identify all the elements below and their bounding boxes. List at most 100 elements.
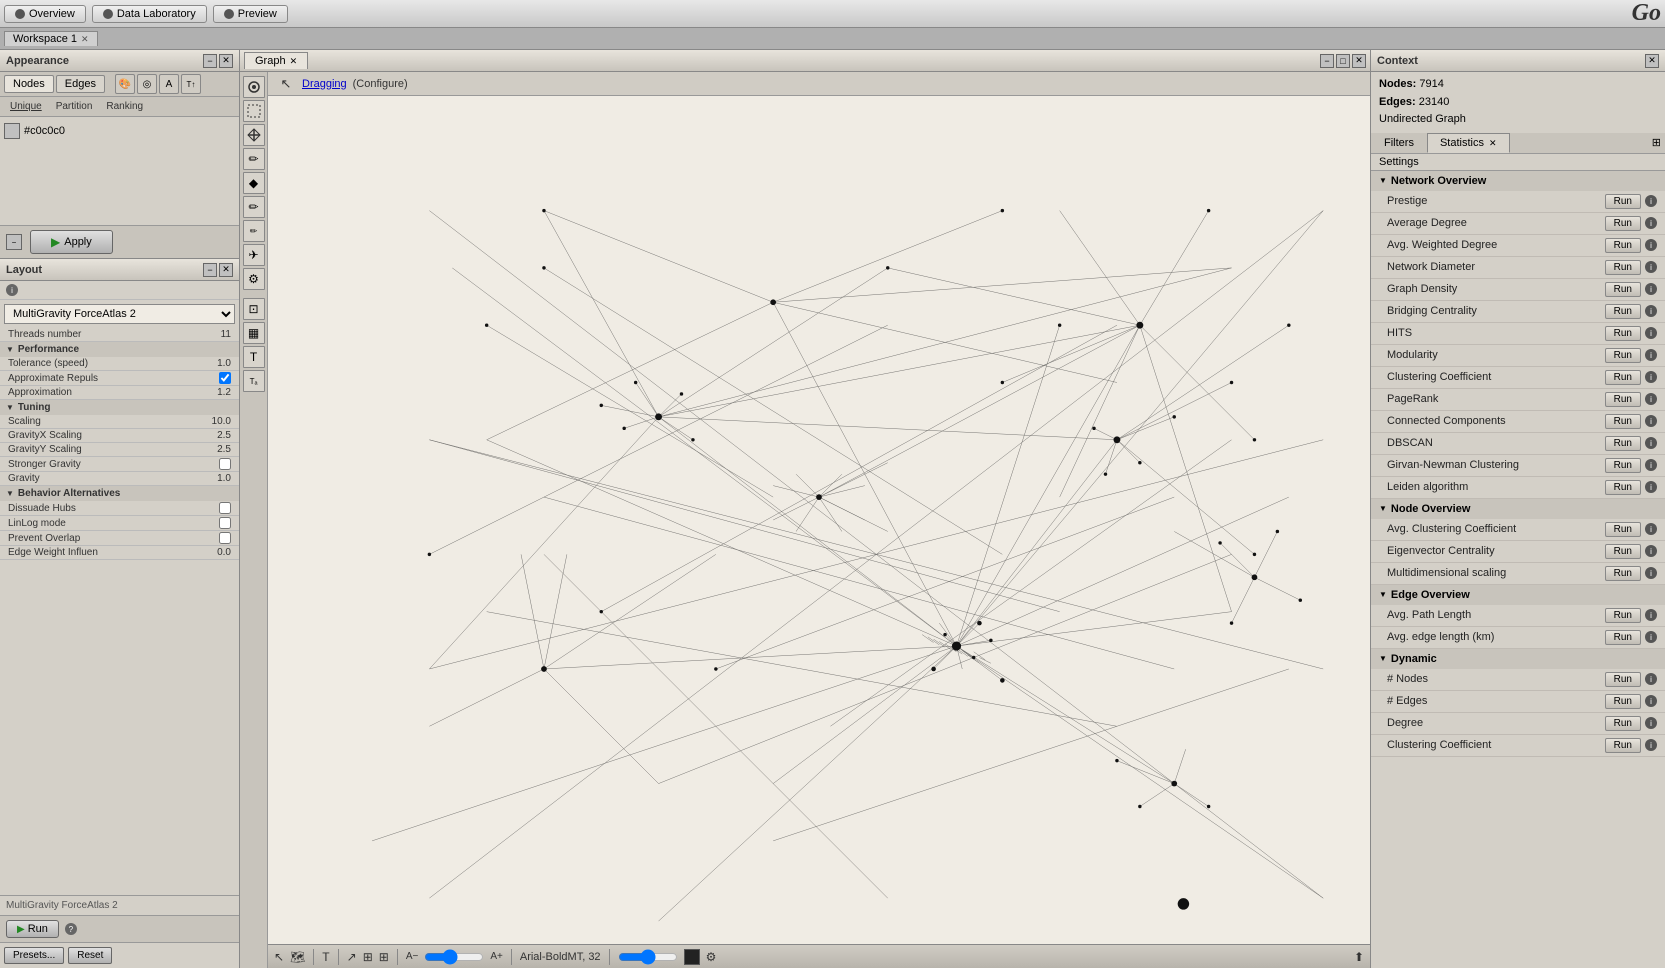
avg-degree-info-dot[interactable]: i bbox=[1645, 217, 1657, 229]
graph-density-run-btn[interactable]: Run bbox=[1605, 282, 1641, 297]
prevent-overlap-checkbox[interactable] bbox=[219, 532, 231, 544]
dynamic-header[interactable]: ▼ Dynamic bbox=[1371, 649, 1665, 669]
ranking-tab[interactable]: Ranking bbox=[100, 100, 149, 113]
configure-label[interactable]: (Configure) bbox=[353, 78, 408, 90]
multidim-run-btn[interactable]: Run bbox=[1605, 566, 1641, 581]
arrow-icon[interactable]: ↗ bbox=[347, 950, 357, 964]
text-bt-icon[interactable]: T bbox=[322, 950, 329, 964]
graph-close-btn[interactable]: ✕ bbox=[1352, 54, 1366, 68]
zoom-slider[interactable] bbox=[424, 953, 484, 961]
apply-button[interactable]: ▶ Apply bbox=[30, 230, 113, 254]
degree-run-btn[interactable]: Run bbox=[1605, 716, 1641, 731]
edges-tab[interactable]: Edges bbox=[56, 75, 105, 93]
partition-tab[interactable]: Partition bbox=[50, 100, 99, 113]
select-icon[interactable]: ↖ bbox=[274, 950, 284, 964]
zoom-plus[interactable]: A+ bbox=[490, 951, 503, 962]
prestige-run-btn[interactable]: Run bbox=[1605, 194, 1641, 209]
text-tool[interactable]: ✏ bbox=[243, 220, 265, 242]
font-size-slider[interactable] bbox=[618, 953, 678, 961]
eraser-tool[interactable]: ✏ bbox=[243, 196, 265, 218]
avg-clustering-info-dot[interactable]: i bbox=[1645, 523, 1657, 535]
color-swatch[interactable] bbox=[4, 123, 20, 139]
magic-tool[interactable]: ◆ bbox=[243, 172, 265, 194]
text-tool-3[interactable]: Tₐ bbox=[243, 370, 265, 392]
dbscan-run-btn[interactable]: Run bbox=[1605, 436, 1641, 451]
pencil-tool[interactable]: ✏ bbox=[243, 148, 265, 170]
num-edges-info-dot[interactable]: i bbox=[1645, 695, 1657, 707]
clustering-coef2-run-btn[interactable]: Run bbox=[1605, 738, 1641, 753]
layout-icon[interactable]: ⊞ bbox=[363, 950, 373, 964]
zoom-minus[interactable]: A− bbox=[406, 951, 419, 962]
linlog-checkbox[interactable] bbox=[219, 517, 231, 529]
workspace-tab[interactable]: Workspace 1 ✕ bbox=[4, 31, 98, 46]
girvan-newman-info-dot[interactable]: i bbox=[1645, 459, 1657, 471]
dissuade-checkbox[interactable] bbox=[219, 502, 231, 514]
minimize-btn[interactable]: − bbox=[6, 234, 22, 250]
avg-edge-km-run-btn[interactable]: Run bbox=[1605, 630, 1641, 645]
clustering-coef-run-btn[interactable]: Run bbox=[1605, 370, 1641, 385]
edge-overview-header[interactable]: ▼ Edge Overview bbox=[1371, 585, 1665, 605]
grid-icon[interactable]: ⊞ bbox=[379, 950, 389, 964]
bridging-centrality-info-dot[interactable]: i bbox=[1645, 305, 1657, 317]
unique-tab[interactable]: Unique bbox=[4, 100, 48, 113]
eigenvector-info-dot[interactable]: i bbox=[1645, 545, 1657, 557]
filters-tab[interactable]: Filters bbox=[1371, 133, 1427, 153]
appearance-minimize[interactable]: − bbox=[203, 54, 217, 68]
appearance-close[interactable]: ✕ bbox=[219, 54, 233, 68]
hits-run-btn[interactable]: Run bbox=[1605, 326, 1641, 341]
connected-comp-info-dot[interactable]: i bbox=[1645, 415, 1657, 427]
approx-repuls-checkbox[interactable] bbox=[219, 372, 231, 384]
workspace-close-icon[interactable]: ✕ bbox=[81, 34, 89, 45]
layout-select[interactable]: MultiGravity ForceAtlas 2 bbox=[4, 304, 235, 324]
graph-tab[interactable]: Graph ✕ bbox=[244, 52, 308, 69]
map-icon[interactable]: 🗺 bbox=[290, 950, 305, 964]
node-overview-header[interactable]: ▼ Node Overview bbox=[1371, 499, 1665, 519]
grid-tool[interactable]: ▦ bbox=[243, 322, 265, 344]
degree-info-dot[interactable]: i bbox=[1645, 717, 1657, 729]
run-help-icon[interactable]: ? bbox=[65, 923, 77, 935]
avg-edge-km-info-dot[interactable]: i bbox=[1645, 631, 1657, 643]
multidim-info-dot[interactable]: i bbox=[1645, 567, 1657, 579]
dbscan-info-dot[interactable]: i bbox=[1645, 437, 1657, 449]
settings-subtab[interactable]: Settings bbox=[1371, 154, 1665, 171]
eigenvector-run-btn[interactable]: Run bbox=[1605, 544, 1641, 559]
connected-comp-run-btn[interactable]: Run bbox=[1605, 414, 1641, 429]
reset-button[interactable]: Reset bbox=[68, 947, 112, 964]
dragging-label[interactable]: Dragging bbox=[302, 78, 347, 90]
select-tool[interactable] bbox=[243, 100, 265, 122]
move-tool[interactable] bbox=[243, 124, 265, 146]
avg-degree-run-btn[interactable]: Run bbox=[1605, 216, 1641, 231]
num-edges-run-btn[interactable]: Run bbox=[1605, 694, 1641, 709]
layout-info-icon[interactable]: i bbox=[6, 284, 18, 296]
settings-tool[interactable]: ⚙ bbox=[243, 268, 265, 290]
text-tool-2[interactable]: T bbox=[243, 346, 265, 368]
num-nodes-run-btn[interactable]: Run bbox=[1605, 672, 1641, 687]
clustering-coef-info-dot[interactable]: i bbox=[1645, 371, 1657, 383]
clustering-coef2-info-dot[interactable]: i bbox=[1645, 739, 1657, 751]
avg-weighted-info-dot[interactable]: i bbox=[1645, 239, 1657, 251]
stronger-gravity-checkbox[interactable] bbox=[219, 458, 231, 470]
plane-tool[interactable]: ✈ bbox=[243, 244, 265, 266]
hits-info-dot[interactable]: i bbox=[1645, 327, 1657, 339]
network-overview-header[interactable]: ▼ Network Overview bbox=[1371, 171, 1665, 191]
avg-path-run-btn[interactable]: Run bbox=[1605, 608, 1641, 623]
drag-tool[interactable] bbox=[243, 76, 265, 98]
context-close[interactable]: ✕ bbox=[1645, 54, 1659, 68]
layout-close[interactable]: ✕ bbox=[219, 263, 233, 277]
preview-button[interactable]: Preview bbox=[213, 5, 288, 23]
layout-minimize[interactable]: − bbox=[203, 263, 217, 277]
bridging-centrality-run-btn[interactable]: Run bbox=[1605, 304, 1641, 319]
size-icon[interactable]: ◎ bbox=[137, 74, 157, 94]
avg-weighted-run-btn[interactable]: Run bbox=[1605, 238, 1641, 253]
fullscreen-icon[interactable]: ⬆ bbox=[1354, 950, 1364, 964]
statistics-tab[interactable]: Statistics ✕ bbox=[1427, 133, 1510, 153]
nodes-tab[interactable]: Nodes bbox=[4, 75, 54, 93]
color-pick-icon[interactable] bbox=[684, 949, 700, 965]
pagerank-info-dot[interactable]: i bbox=[1645, 393, 1657, 405]
avg-path-info-dot[interactable]: i bbox=[1645, 609, 1657, 621]
fs-expand-btn[interactable]: ⊞ bbox=[1648, 134, 1665, 151]
zoom-fit-tool[interactable]: ⊡ bbox=[243, 298, 265, 320]
num-nodes-info-dot[interactable]: i bbox=[1645, 673, 1657, 685]
modularity-info-dot[interactable]: i bbox=[1645, 349, 1657, 361]
statistics-close-icon[interactable]: ✕ bbox=[1489, 138, 1497, 148]
